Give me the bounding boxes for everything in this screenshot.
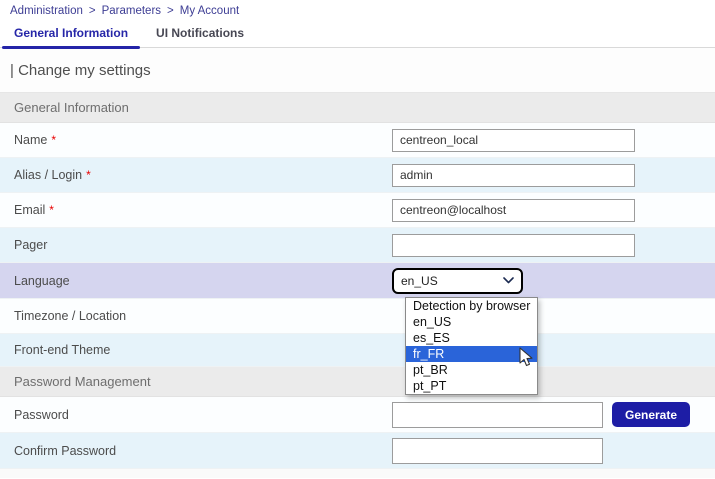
- bottom-filler: [0, 469, 715, 478]
- form-row-pager: Pager: [0, 228, 715, 263]
- email-label: Email: [14, 203, 45, 217]
- form-row-alias-login: Alias / Login *: [0, 158, 715, 193]
- tab-bar: General Information UI Notifications: [0, 22, 715, 48]
- form-row-timezone: Timezone / Location: [0, 299, 715, 334]
- breadcrumb-separator: >: [167, 5, 174, 17]
- breadcrumb-administration[interactable]: Administration: [10, 5, 83, 17]
- required-marker: *: [51, 133, 56, 147]
- chevron-down-icon: [503, 277, 514, 284]
- email-field[interactable]: [392, 199, 635, 222]
- alias-login-field[interactable]: [392, 164, 635, 187]
- password-label: Password: [14, 408, 69, 422]
- alias-login-label: Alias / Login: [14, 168, 82, 182]
- language-option-pt-pt[interactable]: pt_PT: [406, 378, 537, 394]
- language-option-fr-fr[interactable]: fr_FR: [406, 346, 537, 362]
- tab-general-information[interactable]: General Information: [0, 22, 142, 47]
- language-label: Language: [14, 274, 70, 288]
- page-heading-band: | Change my settings: [0, 48, 715, 93]
- form-row-language: Language en_US: [0, 263, 715, 299]
- name-label: Name: [14, 133, 47, 147]
- breadcrumb-parameters[interactable]: Parameters: [102, 5, 161, 17]
- breadcrumb-my-account[interactable]: My Account: [180, 5, 239, 17]
- language-dropdown-list: Detection by browser en_US es_ES fr_FR p…: [405, 297, 538, 395]
- language-select[interactable]: en_US: [392, 268, 523, 294]
- form-row-password: Password Generate: [0, 397, 715, 433]
- timezone-label: Timezone / Location: [14, 309, 126, 323]
- pager-field[interactable]: [392, 234, 635, 257]
- required-marker: *: [86, 168, 91, 182]
- page-title: | Change my settings: [10, 62, 151, 79]
- section-header-general-information: General Information: [0, 93, 715, 123]
- generate-password-button[interactable]: Generate: [612, 402, 690, 427]
- form-row-email: Email *: [0, 193, 715, 228]
- password-field[interactable]: [392, 402, 603, 428]
- section-header-password-management: Password Management: [0, 367, 715, 397]
- language-option-detection-by-browser[interactable]: Detection by browser: [406, 298, 537, 314]
- form-row-frontend-theme: Front-end Theme: [0, 334, 715, 367]
- language-option-en-us[interactable]: en_US: [406, 314, 537, 330]
- language-option-pt-br[interactable]: pt_BR: [406, 362, 537, 378]
- breadcrumb: Administration > Parameters > My Account: [0, 0, 715, 22]
- language-option-es-es[interactable]: es_ES: [406, 330, 537, 346]
- confirm-password-label: Confirm Password: [14, 444, 116, 458]
- tab-ui-notifications[interactable]: UI Notifications: [142, 22, 258, 47]
- confirm-password-field[interactable]: [392, 438, 603, 464]
- breadcrumb-separator: >: [89, 5, 96, 17]
- name-field[interactable]: [392, 129, 635, 152]
- form-row-name: Name *: [0, 123, 715, 158]
- frontend-theme-label: Front-end Theme: [14, 343, 110, 357]
- required-marker: *: [49, 203, 54, 217]
- form-row-confirm-password: Confirm Password: [0, 433, 715, 469]
- my-account-page: Administration > Parameters > My Account…: [0, 0, 715, 479]
- mouse-cursor-icon: [519, 347, 535, 374]
- pager-label: Pager: [14, 238, 47, 252]
- language-selected-value: en_US: [401, 274, 438, 288]
